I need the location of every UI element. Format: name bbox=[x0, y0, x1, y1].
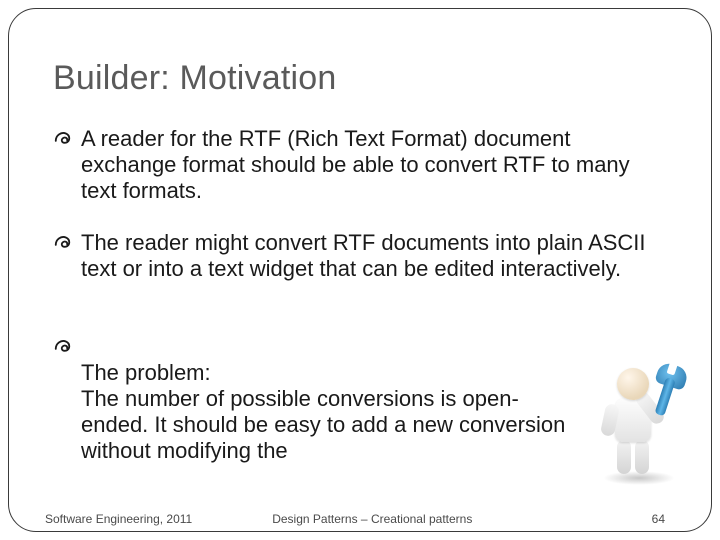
footer-center: Design Patterns – Creational patterns bbox=[192, 512, 651, 526]
bullet-text: A reader for the RTF (Rich Text Format) … bbox=[81, 126, 630, 203]
slide-frame: Builder: Motivation A reader for the RTF… bbox=[8, 8, 712, 532]
bullet-swirl-icon bbox=[53, 128, 75, 150]
page-number: 64 bbox=[652, 512, 665, 526]
bullet-item: A reader for the RTF (Rich Text Format) … bbox=[53, 126, 648, 204]
bullet-item: The problem: The number of possible conv… bbox=[53, 308, 573, 464]
bullet-swirl-icon bbox=[53, 232, 75, 254]
slide-title: Builder: Motivation bbox=[53, 59, 667, 98]
builder-figure-icon bbox=[593, 368, 685, 483]
bullet-text: The problem: The number of possible conv… bbox=[81, 360, 565, 463]
bullet-list: A reader for the RTF (Rich Text Format) … bbox=[53, 126, 667, 463]
bullet-item: The reader might convert RTF documents i… bbox=[53, 230, 648, 282]
wrench-icon bbox=[642, 360, 693, 422]
footer-left: Software Engineering, 2011 bbox=[45, 512, 192, 526]
bullet-swirl-icon bbox=[53, 310, 75, 332]
slide-footer: Software Engineering, 2011 Design Patter… bbox=[0, 512, 720, 526]
bullet-text: The reader might convert RTF documents i… bbox=[81, 230, 646, 281]
